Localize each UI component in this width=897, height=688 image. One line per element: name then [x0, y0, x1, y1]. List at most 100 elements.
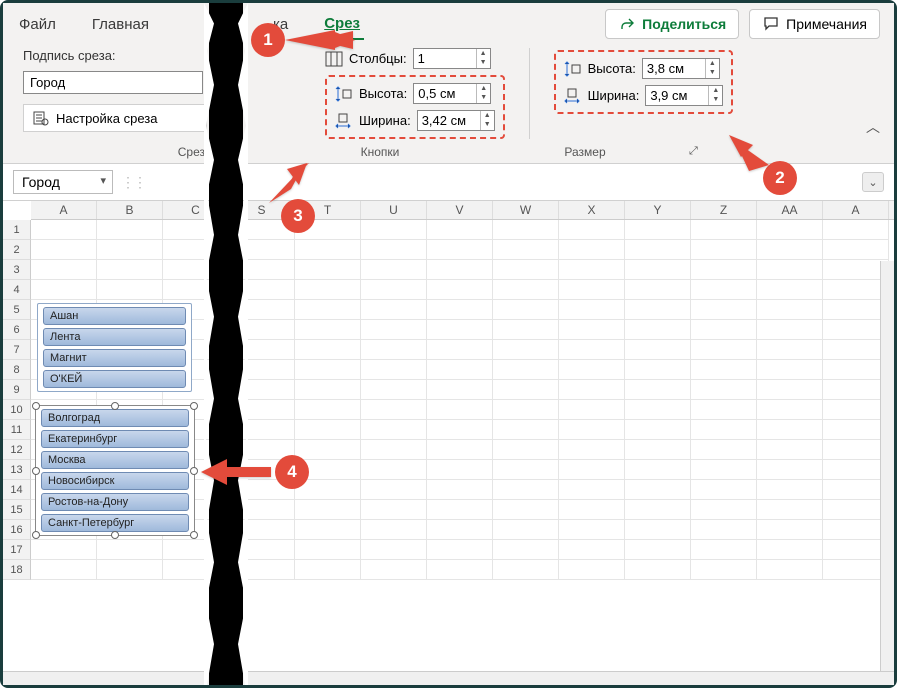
- cell[interactable]: [427, 540, 493, 560]
- size-height-spinner[interactable]: ▲▼: [642, 58, 720, 79]
- row-header[interactable]: 18: [3, 560, 31, 580]
- size-height-value[interactable]: [643, 59, 705, 78]
- cell[interactable]: [691, 500, 757, 520]
- cell[interactable]: [757, 260, 823, 280]
- size-width-value[interactable]: [646, 86, 708, 105]
- cell[interactable]: [493, 220, 559, 240]
- cell[interactable]: [691, 240, 757, 260]
- cell[interactable]: [559, 280, 625, 300]
- comments-button[interactable]: Примечания: [749, 9, 880, 39]
- column-header[interactable]: B: [97, 201, 163, 219]
- cell[interactable]: [823, 220, 889, 240]
- cell[interactable]: [757, 360, 823, 380]
- btn-width-value[interactable]: [418, 111, 480, 130]
- slicer-settings-button[interactable]: Настройка среза: [23, 104, 207, 132]
- cell[interactable]: [361, 500, 427, 520]
- cell[interactable]: [295, 340, 361, 360]
- spinner-down[interactable]: ▼: [477, 93, 490, 102]
- cell[interactable]: [361, 340, 427, 360]
- cell[interactable]: [361, 240, 427, 260]
- column-header[interactable]: W: [493, 201, 559, 219]
- cell[interactable]: [691, 400, 757, 420]
- spinner-down[interactable]: ▼: [477, 58, 490, 67]
- slicer-item[interactable]: Магнит: [43, 349, 186, 367]
- cell[interactable]: [757, 560, 823, 580]
- cell[interactable]: [625, 560, 691, 580]
- slicer-item[interactable]: Москва: [41, 451, 189, 469]
- cell[interactable]: [361, 420, 427, 440]
- cell[interactable]: [559, 340, 625, 360]
- tab-file[interactable]: Файл: [15, 10, 60, 39]
- columns-value[interactable]: [414, 49, 476, 68]
- cell[interactable]: [295, 560, 361, 580]
- share-button[interactable]: Поделиться: [605, 9, 739, 39]
- cell[interactable]: [427, 340, 493, 360]
- ribbon-collapse[interactable]: ︿: [866, 117, 880, 137]
- slicer-item[interactable]: Екатеринбург: [41, 430, 189, 448]
- slicer-city[interactable]: ВолгоградЕкатеринбургМоскваНовосибирскРо…: [35, 405, 195, 536]
- cell[interactable]: [427, 220, 493, 240]
- cell[interactable]: [757, 280, 823, 300]
- row-header[interactable]: 7: [3, 340, 31, 360]
- cell[interactable]: [691, 540, 757, 560]
- slicer-item[interactable]: Лента: [43, 328, 186, 346]
- cell[interactable]: [361, 460, 427, 480]
- cell[interactable]: [625, 400, 691, 420]
- cell[interactable]: [427, 560, 493, 580]
- horizontal-scrollbar[interactable]: [3, 671, 894, 685]
- cell[interactable]: [493, 420, 559, 440]
- cell[interactable]: [361, 400, 427, 420]
- cell[interactable]: [427, 480, 493, 500]
- cell[interactable]: [493, 440, 559, 460]
- cell[interactable]: [427, 240, 493, 260]
- column-header[interactable]: V: [427, 201, 493, 219]
- cell[interactable]: [427, 380, 493, 400]
- cell[interactable]: [691, 560, 757, 580]
- vertical-scrollbar[interactable]: [880, 261, 894, 671]
- cell[interactable]: [559, 320, 625, 340]
- cell[interactable]: [295, 280, 361, 300]
- cell[interactable]: [493, 400, 559, 420]
- cell[interactable]: [625, 520, 691, 540]
- cell[interactable]: [97, 560, 163, 580]
- spinner-down[interactable]: ▼: [709, 95, 722, 104]
- cell[interactable]: [361, 520, 427, 540]
- cell[interactable]: [691, 260, 757, 280]
- row-header[interactable]: 15: [3, 500, 31, 520]
- cell[interactable]: [757, 540, 823, 560]
- cell[interactable]: [559, 460, 625, 480]
- cell[interactable]: [295, 420, 361, 440]
- cell[interactable]: [757, 500, 823, 520]
- cell[interactable]: [757, 400, 823, 420]
- cell[interactable]: [295, 400, 361, 420]
- cell[interactable]: [625, 300, 691, 320]
- cell[interactable]: [559, 300, 625, 320]
- cell[interactable]: [295, 320, 361, 340]
- cell[interactable]: [691, 300, 757, 320]
- column-header[interactable]: AA: [757, 201, 823, 219]
- cell[interactable]: [427, 460, 493, 480]
- spinner-down[interactable]: ▼: [481, 120, 494, 129]
- column-header[interactable]: A: [823, 201, 889, 219]
- cell[interactable]: [559, 220, 625, 240]
- column-header[interactable]: A: [31, 201, 97, 219]
- cell[interactable]: [97, 280, 163, 300]
- cell[interactable]: [757, 240, 823, 260]
- row-header[interactable]: 5: [3, 300, 31, 320]
- cell[interactable]: [493, 480, 559, 500]
- cell[interactable]: [361, 440, 427, 460]
- row-header[interactable]: 6: [3, 320, 31, 340]
- cell[interactable]: [361, 540, 427, 560]
- cell[interactable]: [361, 280, 427, 300]
- cell[interactable]: [493, 320, 559, 340]
- cell[interactable]: [427, 500, 493, 520]
- name-box[interactable]: Город: [13, 170, 113, 194]
- cell[interactable]: [559, 540, 625, 560]
- cell[interactable]: [31, 540, 97, 560]
- cell[interactable]: [559, 400, 625, 420]
- cell[interactable]: [427, 520, 493, 540]
- cell[interactable]: [559, 420, 625, 440]
- row-header[interactable]: 8: [3, 360, 31, 380]
- cell[interactable]: [31, 240, 97, 260]
- row-header[interactable]: 16: [3, 520, 31, 540]
